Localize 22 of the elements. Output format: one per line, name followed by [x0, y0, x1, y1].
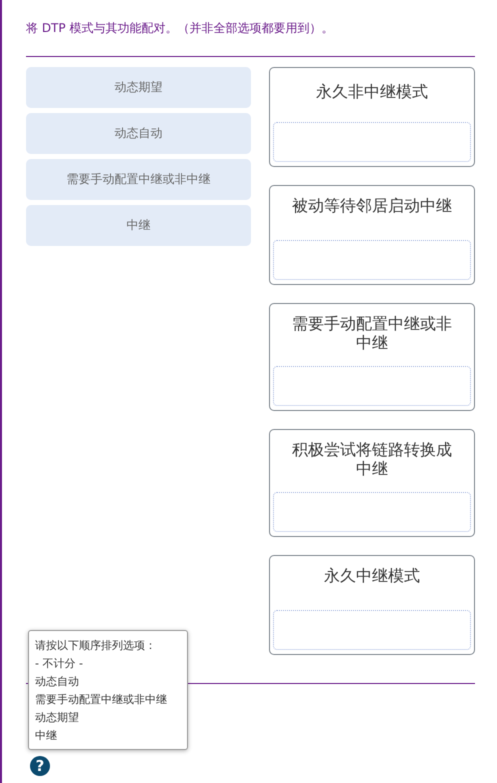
answer-option[interactable]: 动态自动 [26, 113, 251, 154]
instruction-text: 将 DTP 模式与其功能配对。（并非全部选项都要用到）。 [26, 20, 334, 37]
help-icon[interactable]: ? [30, 756, 50, 776]
tooltip-line: 请按以下顺序排列选项： [35, 638, 157, 654]
tooltip-line: 动态自动 [35, 674, 80, 690]
match-prompt: 积极尝试将链路转换成中继 [291, 439, 453, 478]
drop-zone[interactable] [273, 240, 471, 280]
tooltip-line: 中继 [35, 728, 58, 744]
match-prompt: 永久非中继模式 [315, 81, 429, 103]
drop-zone[interactable] [273, 122, 471, 162]
drop-zone[interactable] [273, 492, 471, 532]
drop-zone[interactable] [273, 610, 471, 650]
tooltip-line: - 不计分 - [35, 656, 84, 672]
match-prompt: 被动等待邻居启动中继 [291, 195, 453, 217]
drop-zone[interactable] [273, 366, 471, 406]
answer-option[interactable]: 中继 [26, 205, 251, 246]
answer-option[interactable]: 需要手动配置中继或非中继 [26, 159, 251, 200]
match-prompt: 永久中继模式 [323, 565, 421, 587]
tooltip-line: 动态期望 [35, 710, 80, 726]
match-prompt: 需要手动配置中继或非中继 [291, 313, 453, 352]
tooltip-line: 需要手动配置中继或非中继 [35, 692, 168, 708]
answer-option[interactable]: 动态期望 [26, 67, 251, 108]
